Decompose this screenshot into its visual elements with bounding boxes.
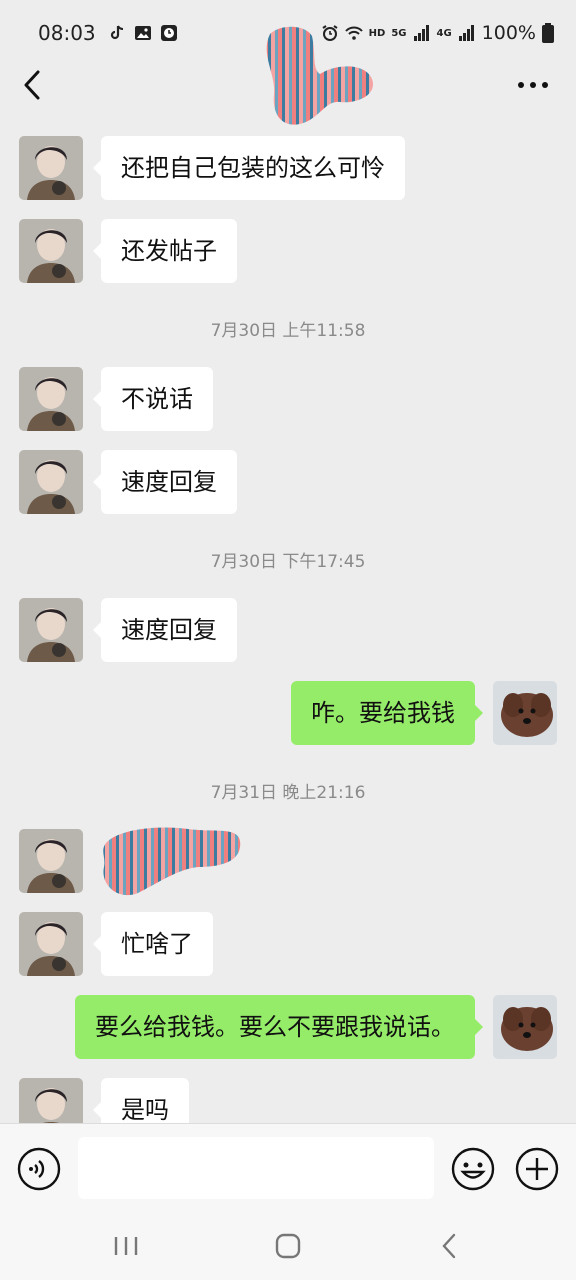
clock-app-icon xyxy=(160,25,177,41)
my-avatar[interactable] xyxy=(493,995,557,1059)
battery-percent: 100% xyxy=(481,22,536,44)
incoming-bubble[interactable]: 速度回复 xyxy=(93,598,237,662)
redaction-mask xyxy=(103,827,241,896)
incoming-bubble[interactable]: 是吗 xyxy=(93,1078,189,1123)
contact-avatar[interactable] xyxy=(19,829,83,893)
timestamp: 7月30日 上午11:58 xyxy=(210,321,366,341)
5g-label: 5G xyxy=(391,27,407,39)
voice-icon[interactable] xyxy=(17,1147,61,1191)
redaction-mask xyxy=(266,26,373,125)
contact-avatar[interactable] xyxy=(19,136,83,200)
status-time: 08:03 xyxy=(38,21,96,45)
battery-icon xyxy=(542,23,554,43)
incoming-bubble[interactable]: 不说话 xyxy=(93,367,213,431)
timestamp: 7月31日 晚上21:16 xyxy=(210,783,366,803)
incoming-bubble[interactable]: 还发帖子 xyxy=(93,219,237,283)
message-list[interactable]: 还把自己包装的这么可怜 还发帖子 7月30日 上午11:58 不说话 速度回复 … xyxy=(0,120,576,1123)
signal-icon-2 xyxy=(458,25,474,41)
contact-avatar[interactable] xyxy=(19,1078,83,1123)
my-avatar[interactable] xyxy=(493,681,557,745)
outgoing-bubble[interactable]: 要么给我钱。要么不要跟我说话。 xyxy=(75,995,483,1059)
gallery-icon xyxy=(134,26,151,40)
system-nav-bar xyxy=(0,1213,576,1280)
incoming-bubble[interactable]: 忙啥了 xyxy=(93,912,213,976)
contact-avatar[interactable] xyxy=(19,450,83,514)
more-icon[interactable] xyxy=(516,76,550,94)
emoji-icon[interactable] xyxy=(451,1147,495,1191)
plus-icon[interactable] xyxy=(515,1147,559,1191)
status-left-icons xyxy=(108,24,178,42)
contact-avatar[interactable] xyxy=(19,912,83,976)
contact-avatar[interactable] xyxy=(19,598,83,662)
incoming-bubble[interactable]: 还把自己包装的这么可怜 xyxy=(93,136,405,200)
4g-label: 4G xyxy=(436,27,452,39)
timestamp: 7月30日 下午17:45 xyxy=(210,552,366,572)
chat-header: 赵 xyxy=(0,26,576,125)
signal-icon xyxy=(413,25,429,41)
recent-apps-icon[interactable] xyxy=(106,1231,146,1261)
input-bar xyxy=(0,1123,576,1213)
contact-avatar[interactable] xyxy=(19,367,83,431)
back-arrow-icon[interactable] xyxy=(18,68,48,102)
outgoing-bubble[interactable]: 咋。要给我钱 xyxy=(291,681,483,745)
message-input[interactable] xyxy=(78,1137,434,1199)
home-icon[interactable] xyxy=(268,1231,308,1261)
tiktok-icon xyxy=(110,25,123,40)
contact-avatar[interactable] xyxy=(19,219,83,283)
nav-back-icon[interactable] xyxy=(430,1231,470,1261)
incoming-bubble[interactable]: 速度回复 xyxy=(93,450,237,514)
